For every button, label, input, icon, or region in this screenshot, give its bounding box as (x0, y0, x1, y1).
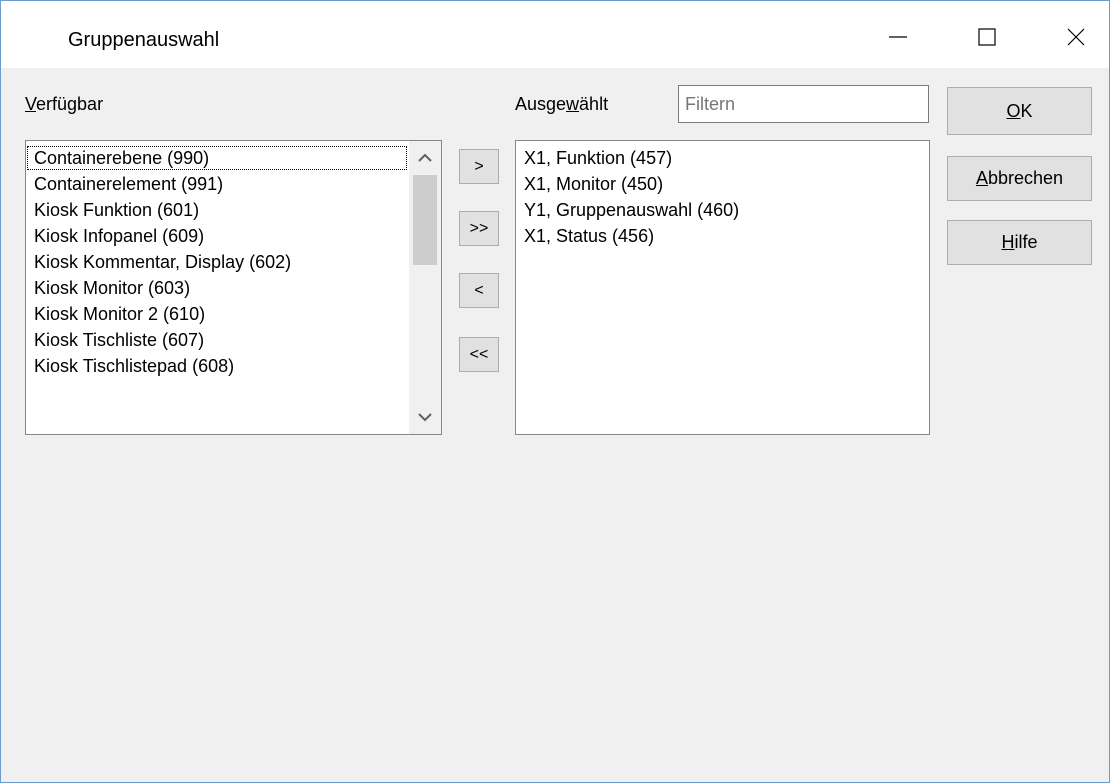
list-item[interactable]: Kiosk Monitor 2 (610) (26, 301, 205, 327)
available-scrollbar[interactable] (409, 141, 441, 434)
list-item[interactable]: Kiosk Tischlistepad (608) (26, 353, 234, 379)
help-button[interactable]: Hilfe (947, 220, 1092, 265)
ok-mnemonic: O (1006, 100, 1021, 121)
title-bar: Gruppenauswahl (1, 1, 1109, 68)
available-listbox[interactable]: Containerebene (990) Containerelement (9… (25, 140, 442, 435)
list-item[interactable]: Kiosk Kommentar, Display (602) (26, 249, 291, 275)
scroll-thumb[interactable] (413, 175, 437, 265)
list-item[interactable]: Kiosk Infopanel (609) (26, 223, 204, 249)
cancel-mnemonic: A (975, 168, 988, 188)
close-icon (1067, 28, 1085, 46)
list-item[interactable]: X1, Status (456) (516, 223, 654, 249)
selected-label: Ausgewählt (515, 94, 608, 115)
chevron-down-icon (418, 413, 432, 422)
list-item[interactable]: Kiosk Monitor (603) (26, 275, 190, 301)
help-mnemonic: H (1001, 232, 1015, 252)
available-label-text: erfügbar (36, 94, 104, 114)
list-item[interactable]: Containerelement (991) (26, 171, 223, 197)
list-item[interactable]: Containerebene (990) (26, 145, 408, 171)
window-title: Gruppenauswahl (68, 29, 220, 51)
cancel-button[interactable]: Abbrechen (947, 156, 1092, 201)
maximize-icon (978, 28, 996, 46)
available-label-mnemonic: V (25, 94, 37, 114)
list-item[interactable]: Y1, Gruppenauswahl (460) (516, 197, 739, 223)
dialog-window: Gruppenauswahl Verfügbar Containerebene … (0, 0, 1110, 783)
available-label: Verfügbar (25, 94, 103, 115)
ok-button[interactable]: OK (947, 87, 1092, 135)
remove-all-button[interactable]: << (459, 337, 499, 372)
filter-input[interactable] (685, 86, 922, 123)
list-item[interactable]: Kiosk Funktion (601) (26, 197, 199, 223)
selected-label-mnemonic: w (566, 94, 580, 114)
remove-button[interactable]: < (459, 273, 499, 308)
cancel-label: bbrechen (987, 168, 1064, 188)
list-item[interactable]: X1, Monitor (450) (516, 171, 663, 197)
scroll-up-button[interactable] (409, 141, 441, 175)
minimize-icon (889, 36, 907, 38)
list-item[interactable]: X1, Funktion (457) (516, 145, 672, 171)
filter-field[interactable] (678, 85, 929, 123)
add-button[interactable]: > (459, 149, 499, 184)
chevron-up-icon (418, 153, 432, 162)
selected-label-post: ählt (579, 94, 609, 114)
add-all-button[interactable]: >> (459, 211, 499, 246)
ok-label: K (1020, 100, 1033, 121)
close-button[interactable] (1054, 19, 1098, 55)
scroll-down-button[interactable] (409, 400, 441, 434)
selected-label-pre: Ausge (515, 94, 567, 114)
minimize-button[interactable] (876, 19, 920, 55)
list-item[interactable]: Kiosk Tischliste (607) (26, 327, 204, 353)
maximize-button[interactable] (965, 19, 1009, 55)
help-label: ilfe (1014, 232, 1038, 252)
selected-listbox[interactable]: X1, Funktion (457) X1, Monitor (450) Y1,… (515, 140, 930, 435)
